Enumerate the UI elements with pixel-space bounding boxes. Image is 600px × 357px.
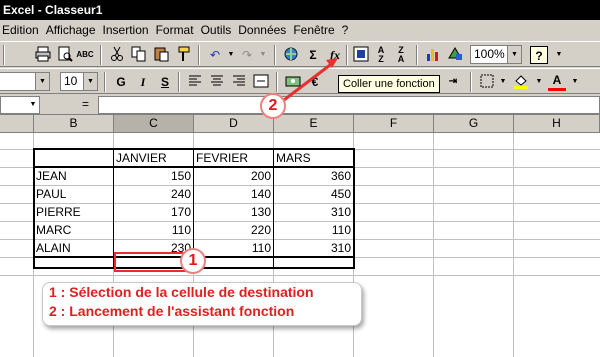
instruction-line-1: 1 : Sélection de la cellule de destinati… bbox=[49, 284, 314, 300]
badge-1: 1 bbox=[180, 248, 206, 274]
badge-2: 2 bbox=[260, 93, 286, 119]
instructions-callout: 1 : Sélection de la cellule de destinati… bbox=[42, 282, 362, 326]
instruction-line-2: 2 : Lancement de l'assistant fonction bbox=[49, 303, 295, 319]
